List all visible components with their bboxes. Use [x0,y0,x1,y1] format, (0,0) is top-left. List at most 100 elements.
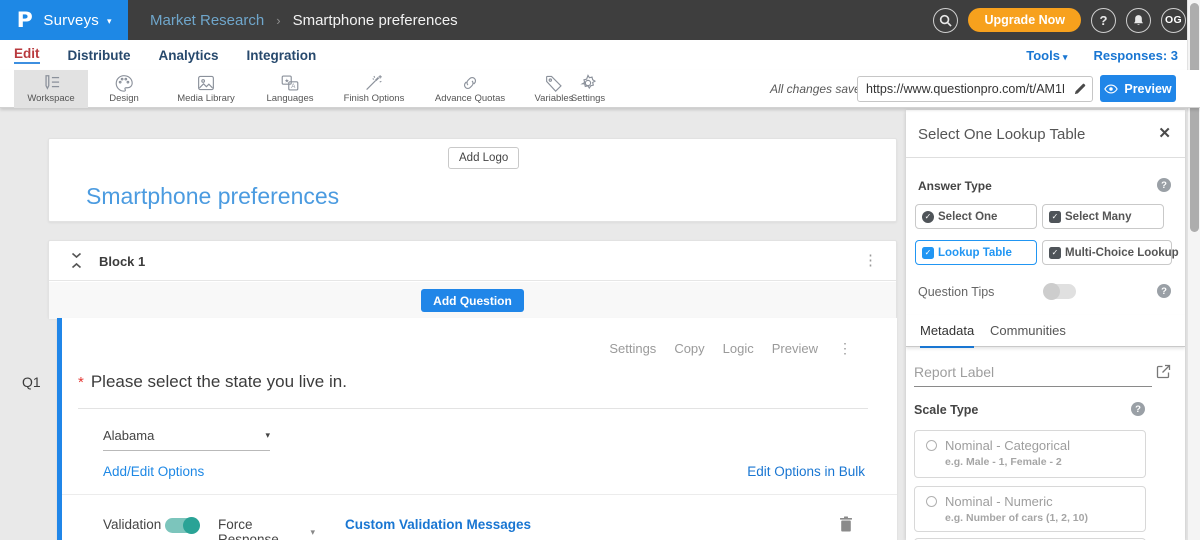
radio-icon [926,496,937,507]
collapse-block-icon[interactable] [71,252,82,274]
scale-option-example: e.g. Number of cars (1, 2, 10) [945,512,1088,524]
validation-toggle[interactable] [165,518,198,533]
tab-edit[interactable]: Edit [14,46,40,64]
scale-type-label: Scale Type [914,403,978,417]
block-header: Block 1 ⋮ [49,241,896,281]
scale-option-label: Nominal - Numeric [945,494,1053,509]
preview-button[interactable]: Preview [1100,75,1176,102]
add-edit-options-link[interactable]: Add/Edit Options [103,464,204,479]
report-label-input[interactable] [914,362,1152,386]
search-icon [939,14,952,27]
palette-icon [114,74,134,92]
answer-dropdown[interactable]: Alabama ▾ [103,428,270,451]
breadcrumb-parent[interactable]: Market Research [150,12,264,29]
toolbar-item-workspace[interactable]: Workspace [14,70,88,108]
question-logic-link[interactable]: Logic [723,341,754,356]
answer-type-lookup-table[interactable]: ✓ Lookup Table [915,240,1037,265]
toolbar-item-label: Finish Options [344,93,405,104]
edit-url-button[interactable] [1068,76,1092,102]
bell-icon [1132,14,1145,27]
validation-label: Validation [103,517,161,532]
question-settings-link[interactable]: Settings [609,341,656,356]
nav-right: Tools▾ Responses: 3 [1026,40,1178,70]
question-copy-link[interactable]: Copy [674,341,704,356]
custom-validation-messages-link[interactable]: Custom Validation Messages [345,517,531,532]
question-tips-toggle[interactable] [1044,284,1076,299]
toolbar-item-advance-quotas[interactable]: Advance Quotas [420,70,520,108]
pencil-icon [1074,83,1086,95]
tools-label: Tools [1026,48,1060,63]
toolbar-item-label: Media Library [177,93,235,104]
svg-text:A: A [291,83,296,90]
scale-option-nominal-categorical[interactable]: Nominal - Categorical e.g. Male - 1, Fem… [914,430,1146,478]
answer-type-label-text: Select One [938,211,997,223]
question-mark-icon: ? [1161,180,1167,191]
add-question-button[interactable]: Add Question [421,289,524,312]
help-button[interactable]: ? [1091,8,1116,33]
question-tips-help-icon[interactable]: ? [1157,284,1171,298]
answer-type-help-icon[interactable]: ? [1157,178,1171,192]
svg-text:★: ★ [284,77,289,84]
tab-communities[interactable]: Communities [990,323,1066,346]
workspace-icon [40,74,62,92]
surveys-menu[interactable]: P Surveys ▾ [0,0,128,40]
translate-icon: ★A [280,74,300,92]
tab-metadata[interactable]: Metadata [920,323,974,348]
square-check-icon: ✓ [922,247,934,259]
square-check-icon: ✓ [1049,211,1061,223]
question-tips-label: Question Tips [918,285,994,299]
responses-link[interactable]: Responses: 3 [1093,48,1178,63]
caret-down-icon: ▾ [107,16,112,27]
question-text[interactable]: Please select the state you live in. [91,372,347,392]
toolbar-item-label: Workspace [27,93,74,104]
scale-option-nominal-numeric[interactable]: Nominal - Numeric e.g. Number of cars (1… [914,486,1146,532]
toolbar-item-design[interactable]: Design [88,70,160,108]
close-icon[interactable]: ✕ [1158,124,1171,142]
radio-icon [926,440,937,451]
toolbar-item-settings[interactable]: Settings [556,70,620,108]
toggle-knob [183,517,200,534]
toolbar-item-media-library[interactable]: Media Library [160,70,252,108]
toolbar-item-languages[interactable]: ★A Languages [252,70,328,108]
force-response-dropdown[interactable]: Force Response ▾ [218,514,315,540]
search-button[interactable] [933,8,958,33]
block-menu-dots-icon[interactable]: ⋮ [863,251,878,271]
answer-type-label-text: Select Many [1065,211,1131,223]
tab-integration[interactable]: Integration [247,48,317,63]
scale-type-help-icon[interactable]: ? [1131,402,1145,416]
survey-url-field [857,76,1093,102]
survey-nav-bar: Edit Distribute Analytics Integration To… [0,40,1200,70]
question-menu-dots-icon[interactable]: ⋮ [838,340,852,357]
question-settings-panel: Select One Lookup Table ✕ Answer Type ? … [906,110,1185,540]
question-divider [62,494,897,495]
block-name[interactable]: Block 1 [99,254,145,269]
survey-url-input[interactable] [858,82,1068,96]
toolbar-item-finish-options[interactable]: Finish Options [328,70,420,108]
page-scrollbar-thumb[interactable] [1190,3,1199,232]
tab-analytics[interactable]: Analytics [159,48,219,63]
answer-type-multi-choice-lookup[interactable]: ✓ Multi-Choice Lookup [1042,240,1172,265]
tab-distribute[interactable]: Distribute [68,48,131,63]
toggle-knob [1043,283,1060,300]
tools-menu[interactable]: Tools▾ [1026,48,1067,63]
delete-question-button[interactable] [839,516,853,537]
image-icon [196,74,216,92]
answer-type-select-one[interactable]: ✓ Select One [915,204,1037,229]
trash-icon [839,516,853,532]
external-link-icon [1156,364,1171,379]
save-status: All changes saved [770,70,867,108]
account-avatar[interactable]: OG [1161,8,1186,33]
notifications-button[interactable] [1126,8,1151,33]
add-logo-button[interactable]: Add Logo [448,147,519,169]
block-card: Block 1 ⋮ Add Question [48,240,897,318]
edit-options-in-bulk-link[interactable]: Edit Options in Bulk [747,464,865,479]
open-external-button[interactable] [1156,364,1171,384]
question-preview-link[interactable]: Preview [772,341,818,356]
panel-title: Select One Lookup Table [918,126,1085,143]
upgrade-now-button[interactable]: Upgrade Now [968,8,1081,32]
preview-label: Preview [1124,82,1171,96]
answer-type-select-many[interactable]: ✓ Select Many [1042,204,1164,229]
gear-icon [578,74,598,92]
toolbar-item-label: Settings [571,93,605,104]
survey-title[interactable]: Smartphone preferences [86,183,339,210]
